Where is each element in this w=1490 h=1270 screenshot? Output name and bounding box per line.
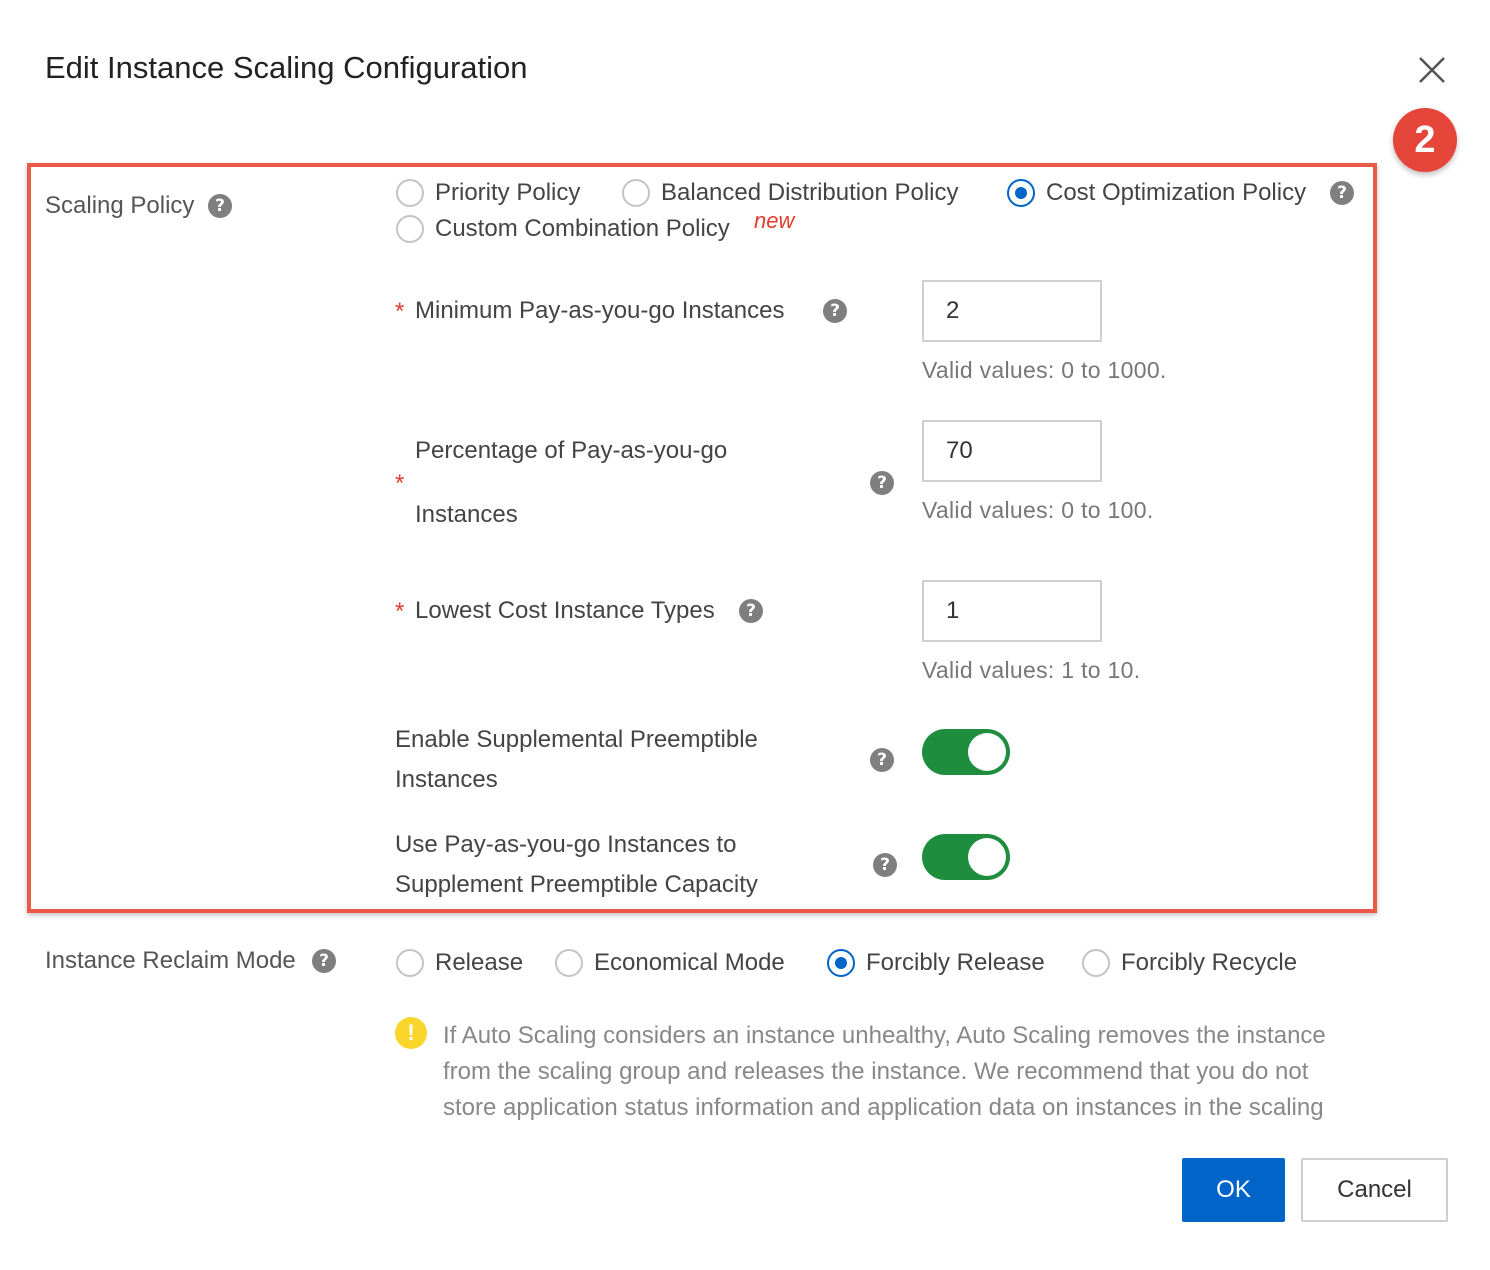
required-marker: * <box>395 298 405 325</box>
radio-balanced-distribution-policy[interactable] <box>622 179 650 207</box>
radio-release[interactable] <box>396 949 424 977</box>
reclaim-mode-label: Instance Reclaim Mode <box>45 947 296 974</box>
lowest-cost-hint: Valid values: 1 to 10. <box>922 657 1141 683</box>
close-button[interactable] <box>1414 52 1450 88</box>
help-icon[interactable]: ? <box>208 194 232 218</box>
radio-economical-mode[interactable] <box>555 949 583 977</box>
pct-payg-label-line2: Instances <box>415 501 518 528</box>
pct-payg-hint: Valid values: 0 to 100. <box>922 497 1154 523</box>
toggle-knob <box>968 733 1006 771</box>
help-icon[interactable]: ? <box>739 599 763 623</box>
highlight-frame <box>27 163 1377 913</box>
scaling-policy-label: Scaling Policy <box>45 192 195 219</box>
radio-label-custom-combination-policy: Custom Combination Policy <box>435 215 730 242</box>
help-icon[interactable]: ? <box>312 949 336 973</box>
supplemental-preemptible-label-line2: Instances <box>395 766 498 793</box>
cancel-button[interactable]: Cancel <box>1301 1158 1448 1222</box>
radio-forcibly-recycle[interactable] <box>1082 949 1110 977</box>
required-marker: * <box>395 598 405 625</box>
min-payg-hint: Valid values: 0 to 1000. <box>922 357 1167 383</box>
radio-label-release: Release <box>435 949 524 976</box>
dialog-title: Edit Instance Scaling Configuration <box>45 50 528 85</box>
radio-priority-policy[interactable] <box>396 179 424 207</box>
radio-cost-optimization-policy[interactable] <box>1007 179 1035 207</box>
ok-button[interactable]: OK <box>1182 1158 1285 1222</box>
radio-label-cost-optimization-policy: Cost Optimization Policy <box>1046 179 1307 206</box>
radio-label-forcibly-release: Forcibly Release <box>866 949 1045 976</box>
help-icon[interactable]: ? <box>873 853 897 877</box>
radio-forcibly-release[interactable] <box>827 949 855 977</box>
help-icon[interactable]: ? <box>1330 181 1354 205</box>
radio-label-forcibly-recycle: Forcibly Recycle <box>1121 949 1298 976</box>
radio-label-priority-policy: Priority Policy <box>435 179 581 206</box>
supplemental-preemptible-label-line1: Enable Supplemental Preemptible <box>395 726 758 753</box>
radio-label-economical-mode: Economical Mode <box>594 949 785 976</box>
radio-custom-combination-policy[interactable] <box>396 215 424 243</box>
min-payg-input[interactable]: 2 <box>922 280 1102 342</box>
help-icon[interactable]: ? <box>870 471 894 495</box>
pct-payg-label-line1: Percentage of Pay-as-you-go <box>415 437 728 464</box>
warning-icon: ! <box>395 1017 427 1049</box>
payg-supplement-toggle[interactable] <box>922 834 1010 880</box>
lowest-cost-label: Lowest Cost Instance Types <box>415 597 715 624</box>
supplemental-preemptible-toggle[interactable] <box>922 729 1010 775</box>
new-tag: new <box>754 208 795 233</box>
warning-line: store application status information and… <box>443 1094 1324 1121</box>
close-icon <box>1419 57 1445 83</box>
help-icon[interactable]: ? <box>870 748 894 772</box>
warning-line: from the scaling group and releases the … <box>443 1058 1309 1085</box>
step-badge: 2 <box>1393 108 1457 172</box>
payg-supplement-label-line1: Use Pay-as-you-go Instances to <box>395 831 737 858</box>
pct-payg-input[interactable]: 70 <box>922 420 1102 482</box>
lowest-cost-input[interactable]: 1 <box>922 580 1102 642</box>
required-marker: * <box>395 470 405 497</box>
help-icon[interactable]: ? <box>823 299 847 323</box>
toggle-knob <box>968 838 1006 876</box>
warning-message: If Auto Scaling considers an instance un… <box>443 1018 1403 1126</box>
min-payg-label: Minimum Pay-as-you-go Instances <box>415 297 785 324</box>
payg-supplement-label-line2: Supplement Preemptible Capacity <box>395 871 758 898</box>
warning-line: If Auto Scaling considers an instance un… <box>443 1022 1326 1049</box>
radio-label-balanced-distribution-policy: Balanced Distribution Policy <box>661 179 959 206</box>
